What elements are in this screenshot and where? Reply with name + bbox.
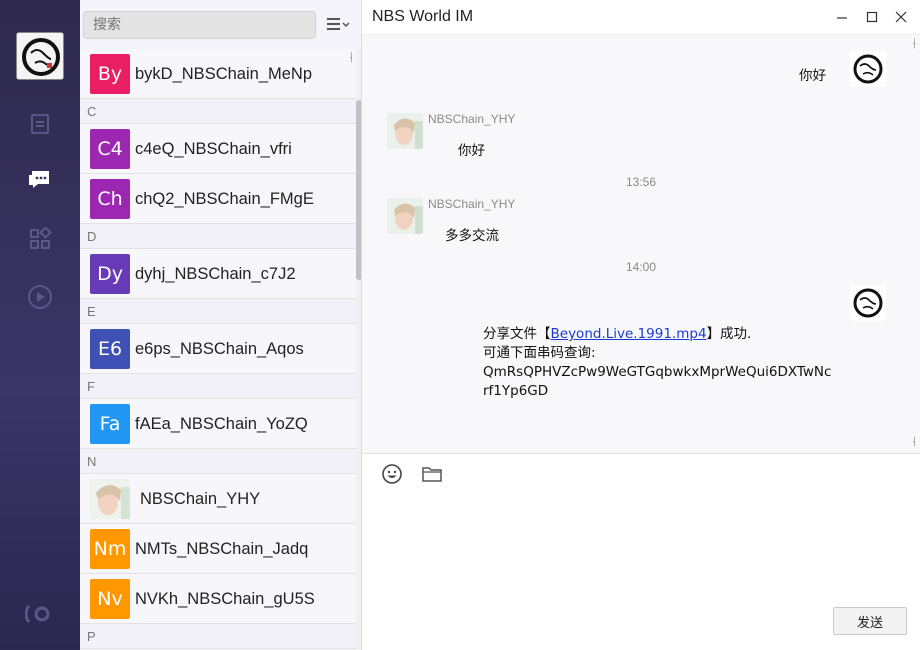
contact-message-avatar[interactable] bbox=[387, 113, 423, 149]
contact-name: NBSChain_YHY bbox=[140, 490, 261, 508]
timestamp: 13:56 bbox=[625, 175, 657, 189]
resize-grip-icon: ⸡ bbox=[911, 38, 917, 49]
minimize-icon[interactable] bbox=[830, 5, 854, 29]
contact-item[interactable]: Dy dyhj_NBSChain_c7J2 bbox=[80, 249, 356, 299]
contact-item[interactable]: E6 e6ps_NBSChain_Aqos bbox=[80, 324, 356, 374]
contact-avatar: Ch bbox=[90, 179, 130, 219]
send-button[interactable]: 发送 bbox=[833, 607, 907, 635]
section-letter: F bbox=[80, 374, 356, 399]
contact-name: bykD_NBSChain_MeNp bbox=[135, 65, 312, 83]
my-message-avatar[interactable] bbox=[850, 285, 886, 321]
folder-icon[interactable] bbox=[420, 462, 444, 486]
resize-grip-icon: ⸡ bbox=[348, 52, 354, 63]
message-sender: NBSChain_YHY bbox=[428, 112, 516, 126]
contact-avatar: Nv bbox=[90, 579, 130, 619]
contact-item[interactable]: C4 c4eQ_NBSChain_vfri bbox=[80, 124, 356, 174]
resize-grip-icon: ⸡ bbox=[911, 436, 917, 447]
contact-name: NMTs_NBSChain_Jadq bbox=[135, 540, 309, 558]
contact-avatar: By bbox=[90, 54, 130, 94]
contact-avatar: Fa bbox=[90, 404, 130, 444]
contact-name: NVKh_NBSChain_gU5S bbox=[135, 590, 315, 608]
contact-name: chQ2_NBSChain_FMgE bbox=[135, 190, 314, 208]
file-link[interactable]: Beyond.Live.1991.mp4 bbox=[551, 326, 707, 342]
app-window: By bykD_NBSChain_MeNp C C4 c4eQ_NBSChain_vfr… bbox=[0, 0, 920, 650]
contact-name: e6ps_NBSChain_Aqos bbox=[135, 340, 304, 358]
contact-name: c4eQ_NBSChain_vfri bbox=[135, 140, 292, 158]
contact-name: fAEa_NBSChain_YoZQ bbox=[135, 415, 308, 433]
contact-item[interactable]: Ch chQ2_NBSChain_FMgE bbox=[80, 174, 356, 224]
message-text: 你好 bbox=[799, 68, 826, 84]
section-letter: D bbox=[80, 224, 356, 249]
contact-name: dyhj_NBSChain_c7J2 bbox=[135, 265, 296, 283]
message-sender: NBSChain_YHY bbox=[428, 197, 516, 211]
contact-avatar: E6 bbox=[90, 329, 130, 369]
play-icon[interactable] bbox=[22, 279, 58, 315]
message-text: 多多交流 bbox=[445, 228, 499, 244]
document-icon[interactable] bbox=[22, 106, 58, 142]
contact-avatar: Nm bbox=[90, 529, 130, 569]
section-letter: C bbox=[80, 99, 356, 124]
my-avatar[interactable] bbox=[16, 32, 64, 80]
chat-panel: NBS World IM ⸡ 你好 NBSChain_YHY 你好 13:56 … bbox=[362, 0, 920, 650]
close-icon[interactable] bbox=[889, 5, 913, 29]
file-share-message: 分享文件【Beyond.Live.1991.mp4】成功. 可通下面串码查询: … bbox=[483, 325, 833, 401]
contact-avatar: C4 bbox=[90, 129, 130, 169]
contact-item[interactable]: By bykD_NBSChain_MeNp bbox=[80, 49, 356, 99]
contact-avatar bbox=[90, 479, 130, 519]
section-letter: E bbox=[80, 299, 356, 324]
contact-item[interactable]: NBSChain_YHY bbox=[80, 474, 356, 524]
message-text: 你好 bbox=[458, 143, 485, 159]
title-bar: NBS World IM bbox=[362, 0, 920, 34]
search-input[interactable] bbox=[83, 11, 316, 39]
apps-icon[interactable] bbox=[22, 221, 58, 257]
file-share-suffix: 】成功. bbox=[706, 326, 752, 342]
message-input[interactable] bbox=[362, 494, 920, 594]
contact-item[interactable]: Nv NVKh_NBSChain_gU5S bbox=[80, 574, 356, 624]
settings-icon[interactable] bbox=[22, 596, 58, 632]
file-share-prefix: 分享文件【 bbox=[483, 326, 551, 342]
list-menu-button[interactable] bbox=[324, 12, 352, 36]
emoji-icon[interactable] bbox=[380, 462, 404, 486]
composer-toolbar bbox=[362, 454, 920, 494]
window-title: NBS World IM bbox=[372, 8, 474, 25]
chat-icon[interactable] bbox=[22, 162, 58, 198]
file-hash-code: QmRsQPHVZcPw9WeGTGqbwkxMprWeQui6DXTwNcrf… bbox=[483, 364, 832, 399]
nav-rail bbox=[0, 0, 80, 650]
contact-message-avatar[interactable] bbox=[387, 198, 423, 234]
contact-item[interactable]: Nm NMTs_NBSChain_Jadq bbox=[80, 524, 356, 574]
contact-list-panel: By bykD_NBSChain_MeNp C C4 c4eQ_NBSChain_vfr… bbox=[80, 0, 362, 650]
message-area: ⸡ 你好 NBSChain_YHY 你好 13:56 NBSChain_YHY … bbox=[362, 34, 920, 454]
my-message-avatar[interactable] bbox=[850, 51, 886, 87]
timestamp: 14:00 bbox=[625, 260, 657, 274]
file-share-hint: 可通下面串码查询: bbox=[483, 345, 596, 361]
contact-item[interactable]: Fa fAEa_NBSChain_YoZQ bbox=[80, 399, 356, 449]
maximize-icon[interactable] bbox=[860, 5, 884, 29]
contact-avatar: Dy bbox=[90, 254, 130, 294]
contact-list: By bykD_NBSChain_MeNp C C4 c4eQ_NBSChain_vfr… bbox=[80, 49, 356, 650]
section-letter: P bbox=[80, 624, 356, 649]
section-letter: N bbox=[80, 449, 356, 474]
